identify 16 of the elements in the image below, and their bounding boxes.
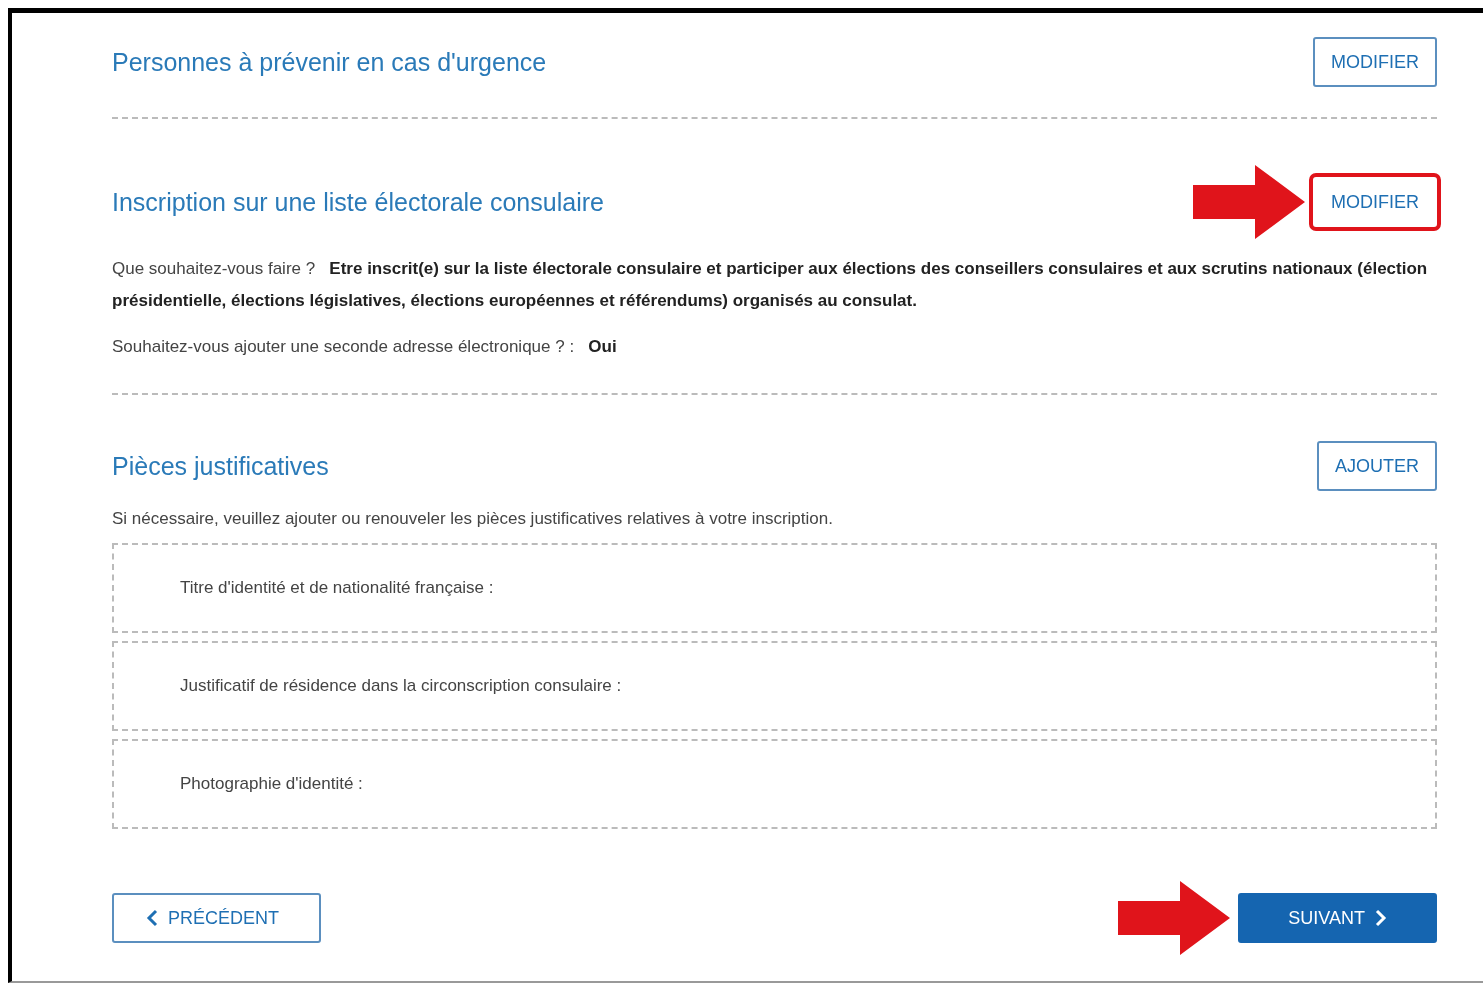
document-label: Photographie d'identité : <box>180 774 363 794</box>
field-text: Que souhaitez-vous faire ? Etre inscrit(e) sur la liste électorale consulaire et participer aux élections des conseillers consulaires et aux scrutins nationaux (élection présidentielle, élections législatives, élections européennes et référendums) organisés au consulat. <box>112 258 1429 312</box>
section-title: Personnes à prévenir en cas d'urgence <box>112 47 547 77</box>
edit-button[interactable]: AJOUTER <box>1317 441 1437 491</box>
chevron-left-icon <box>146 909 158 927</box>
section-title: Inscription sur une liste électorale consulaire <box>112 187 604 217</box>
section-description: Si nécessaire, veuillez ajouter ou renouveler les pièces justificatives relatives à votre inscription. <box>112 509 834 529</box>
next-button[interactable]: SUIVANT <box>1238 893 1437 943</box>
arrow-icon <box>1193 165 1305 239</box>
field-text: Souhaitez-vous ajouter une seconde adresse électronique ? : Oui <box>112 336 618 358</box>
document-label: Titre d'identité et de nationalité française : <box>180 578 494 598</box>
chevron-right-icon <box>1375 909 1387 927</box>
section-title: Pièces justificatives <box>112 451 329 481</box>
document-label: Justificatif de résidence dans la circonscription consulaire : <box>180 676 622 696</box>
edit-button[interactable]: MODIFIER <box>1313 37 1437 87</box>
previous-button[interactable]: PRÉCÉDENT <box>112 893 321 943</box>
